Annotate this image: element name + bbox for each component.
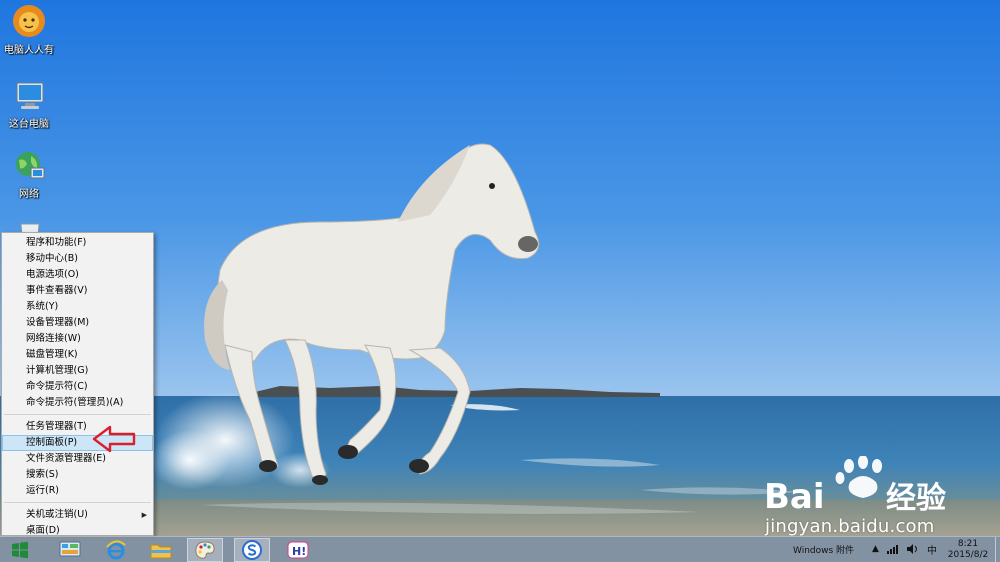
menu-item-device-manager[interactable]: 设备管理器(M) [2, 315, 153, 331]
desktop-icon-label: 电脑人人有 [4, 45, 54, 56]
clock-time: 8:21 [957, 539, 979, 549]
desktop-icon-label: 这台电脑 [9, 119, 49, 130]
watermark-url: jingyan.baidu.com [765, 516, 935, 537]
sogou-s-icon [242, 540, 262, 560]
menu-item-search[interactable]: 搜索(S) [2, 467, 153, 483]
menu-item-power-options[interactable]: 电源选项(O) [2, 267, 153, 283]
desktop-icon-network[interactable]: 网络 [2, 148, 56, 200]
menu-item-system[interactable]: 系统(Y) [2, 299, 153, 315]
show-desktop-button[interactable] [995, 537, 1000, 562]
taskbar-paint[interactable] [187, 538, 223, 562]
control-panel-icon [59, 541, 81, 557]
menu-item-network-connections[interactable]: 网络连接(W) [2, 331, 153, 347]
taskbar-sogou[interactable] [234, 538, 270, 562]
computer-icon [16, 82, 44, 109]
winx-context-menu: 程序和功能(F) 移动中心(B) 电源选项(O) 事件查看器(V) 系统(Y) … [1, 232, 154, 536]
taskbar-h-app[interactable]: H! [280, 538, 316, 562]
annotation-arrow-icon [92, 425, 136, 453]
desktop-icon-label: 网络 [19, 189, 39, 200]
desktop-icon-this-pc[interactable]: 这台电脑 [2, 78, 56, 130]
paint-palette-icon [195, 541, 215, 559]
ime-indicator[interactable]: 中 [927, 542, 937, 557]
tray-expand-arrow-icon[interactable]: ▲ [872, 544, 879, 554]
menu-item-command-prompt[interactable]: 命令提示符(C) [2, 379, 153, 395]
watermark-brand-cn: 经验 [886, 481, 946, 516]
toolbar-windows-accessories[interactable]: Windows 附件 [793, 543, 854, 556]
baidu-paw-logo-icon: Bai 经验 [764, 456, 946, 516]
menu-item-command-prompt-admin[interactable]: 命令提示符(管理员)(A) [2, 395, 153, 411]
menu-item-label: 关机或注销(U) [26, 509, 88, 520]
start-button[interactable] [2, 538, 38, 562]
desktop-icon-lion[interactable]: 电脑人人有 [2, 4, 56, 56]
system-clock[interactable]: 8:21 2015/8/2 [944, 538, 992, 561]
menu-item-disk-management[interactable]: 磁盘管理(K) [2, 347, 153, 363]
menu-item-computer-management[interactable]: 计算机管理(G) [2, 363, 153, 379]
lion-logo-icon [13, 5, 45, 37]
menu-item-event-viewer[interactable]: 事件查看器(V) [2, 283, 153, 299]
svg-text:H!: H! [292, 545, 306, 558]
h-app-icon: H! [287, 541, 309, 559]
windows-logo-icon [12, 541, 28, 559]
file-explorer-icon [150, 544, 172, 559]
taskbar: H! Windows 附件 ▲ 中 8:21 2015/8/2 [0, 536, 1000, 562]
clock-date: 2015/8/2 [947, 550, 989, 560]
volume-icon[interactable] [907, 544, 919, 554]
taskbar-control-panel[interactable] [52, 538, 88, 562]
menu-item-mobility-center[interactable]: 移动中心(B) [2, 251, 153, 267]
internet-explorer-icon [106, 540, 126, 560]
network-globe-icon [16, 152, 45, 179]
watermark-brand: Bai [764, 477, 825, 516]
taskbar-file-explorer[interactable] [143, 538, 179, 562]
taskbar-internet-explorer[interactable] [98, 538, 134, 562]
menu-item-run[interactable]: 运行(R) [2, 483, 153, 499]
menu-item-programs-features[interactable]: 程序和功能(F) [2, 235, 153, 251]
menu-item-shutdown-signout[interactable]: 关机或注销(U) ▶ [2, 507, 153, 523]
menu-separator [4, 502, 151, 503]
submenu-arrow-icon: ▶ [141, 511, 147, 519]
menu-separator [4, 414, 151, 415]
network-signal-icon[interactable] [887, 544, 901, 554]
